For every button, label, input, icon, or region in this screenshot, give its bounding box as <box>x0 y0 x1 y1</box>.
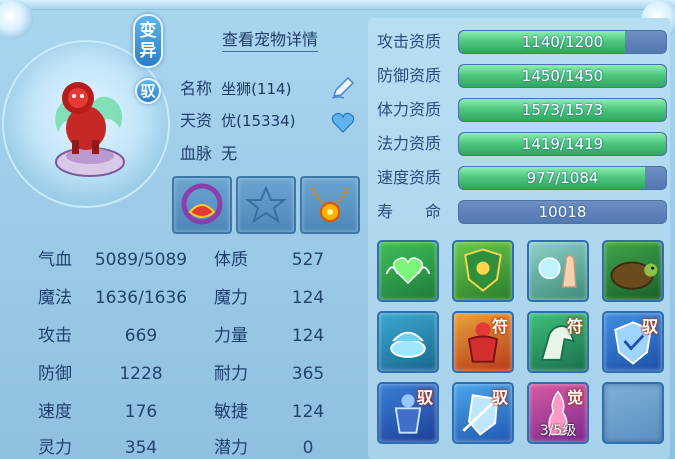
aptitude-bar-attack: 1140/1200 <box>458 30 667 54</box>
empty-star-slot-icon <box>245 185 287 224</box>
stat-value: 0 <box>302 438 314 458</box>
stat-label: 体质 <box>214 250 248 270</box>
favorite-heart-icon[interactable] <box>331 112 355 134</box>
stat-label: 魔力 <box>214 288 248 308</box>
aptitude-bar-text: 977/1084 <box>526 169 599 187</box>
equip-slot-2[interactable] <box>236 176 296 234</box>
stat-label: 防御 <box>38 364 72 384</box>
green-horse-skill[interactable]: 符 <box>527 311 589 373</box>
aptitude-label-magic: 法力资质 <box>377 134 442 153</box>
talent-value: 优(15334) <box>221 112 296 130</box>
stat-label: 耐力 <box>214 364 248 384</box>
aptitude-bar-text: 1573/1573 <box>521 101 604 119</box>
pet-blood-row: 血脉 无 <box>180 143 237 165</box>
talent-label: 天资 <box>180 111 213 130</box>
mutant-char-2: 异 <box>139 41 157 61</box>
red-gem-collar-icon <box>181 183 223 225</box>
blue-shield-slash-skill[interactable]: 驭 <box>452 382 514 444</box>
stat-label: 速度 <box>38 402 72 422</box>
skill-tag: 驭 <box>491 388 508 407</box>
cauldron-icon <box>390 331 426 358</box>
aptitude-label-defense: 防御资质 <box>377 66 442 85</box>
equip-slot-1[interactable] <box>172 176 232 234</box>
stat-value: 1636/1636 <box>94 288 188 308</box>
aptitude-bar-text: 1419/1419 <box>521 135 604 153</box>
green-heart-wings-skill[interactable] <box>377 240 439 302</box>
pet-lion-image <box>55 82 125 177</box>
orb-hand-icon <box>538 254 577 288</box>
stat-value: 124 <box>291 402 325 422</box>
skill-tag: 驭 <box>416 388 433 407</box>
mutant-char-1: 变 <box>139 21 157 41</box>
top-left-ornament <box>0 0 34 40</box>
stat-label: 气血 <box>38 250 72 270</box>
blood-label: 血脉 <box>180 144 213 163</box>
blue-shield-skill[interactable]: 驭 <box>602 311 664 373</box>
awakened-figure-skill[interactable]: 觉 3/5级 <box>527 382 589 444</box>
turtle-icon <box>610 261 658 290</box>
turtle-skill[interactable] <box>602 240 664 302</box>
stat-value: 365 <box>291 364 325 384</box>
skill-tag: 符 <box>491 317 508 336</box>
blue-warrior-skill[interactable]: 驭 <box>377 382 439 444</box>
mutant-badge: 变 异 <box>133 14 163 68</box>
skill-tag: 驭 <box>641 317 658 336</box>
aptitude-label-lifespan: 寿 命 <box>377 202 442 221</box>
rename-pen-icon[interactable] <box>330 76 356 100</box>
aptitude-bar-text: 1140/1200 <box>521 33 604 51</box>
stat-value: 354 <box>124 438 158 458</box>
attribute-stats-panel: 气血 5089/5089 体质 527 魔法 1636/1636 魔力 124 … <box>28 240 350 459</box>
pet-name-row: 名称 坐狮(114) <box>180 78 291 100</box>
aptitude-bar-magic: 1419/1419 <box>458 132 667 156</box>
name-label: 名称 <box>180 79 213 98</box>
green-shield-crest-skill[interactable] <box>452 240 514 302</box>
top-frame-border <box>0 0 675 10</box>
aptitude-bar-text: 1450/1450 <box>521 67 604 85</box>
stat-label: 攻击 <box>38 326 72 346</box>
stat-value: 176 <box>124 402 158 422</box>
stat-label: 潜力 <box>214 438 248 458</box>
orb-hand-skill[interactable] <box>527 240 589 302</box>
aptitude-bar-defense: 1450/1450 <box>458 64 667 88</box>
aptitude-bar-text: 10018 <box>538 203 587 221</box>
gold-flower-necklace-icon <box>310 187 350 222</box>
stat-value: 1228 <box>119 364 163 384</box>
aptitude-label-stamina: 体力资质 <box>377 100 442 119</box>
blood-value: 无 <box>221 144 238 163</box>
aptitude-label-attack: 攻击资质 <box>377 32 442 51</box>
aptitude-bar-lifespan: 10018 <box>458 200 667 224</box>
pet-detail-link[interactable]: 查看宠物详情 <box>222 29 319 52</box>
skill-tag: 符 <box>566 317 583 336</box>
stat-value: 669 <box>124 326 158 346</box>
skill-tag: 觉 <box>566 388 583 407</box>
pet-talent-row: 天资 优(15334) <box>180 110 296 132</box>
name-value: 坐狮(114) <box>221 80 292 98</box>
empty-slot-icon <box>604 384 662 442</box>
stat-label: 灵力 <box>38 438 72 458</box>
stat-value: 124 <box>291 288 325 308</box>
skill-level: 3/5级 <box>539 423 577 439</box>
aptitude-bar-stamina: 1573/1573 <box>458 98 667 122</box>
stat-value: 5089/5089 <box>94 250 188 270</box>
stat-label: 力量 <box>214 326 248 346</box>
green-shield-crest-icon <box>464 248 502 292</box>
empty-skill-slot[interactable] <box>602 382 664 444</box>
stat-label: 敏捷 <box>214 402 248 422</box>
aptitude-bar-speed: 977/1084 <box>458 166 667 190</box>
tame-badge: 驭 <box>135 78 161 104</box>
green-heart-wings-icon <box>385 257 431 285</box>
stat-value: 124 <box>291 326 325 346</box>
stat-label: 魔法 <box>38 288 72 308</box>
red-muscle-man-skill[interactable]: 符 <box>452 311 514 373</box>
stat-value: 527 <box>291 250 325 270</box>
aptitude-label-speed: 速度资质 <box>377 168 442 187</box>
cauldron-skill[interactable] <box>377 311 439 373</box>
equip-slot-3[interactable] <box>300 176 360 234</box>
